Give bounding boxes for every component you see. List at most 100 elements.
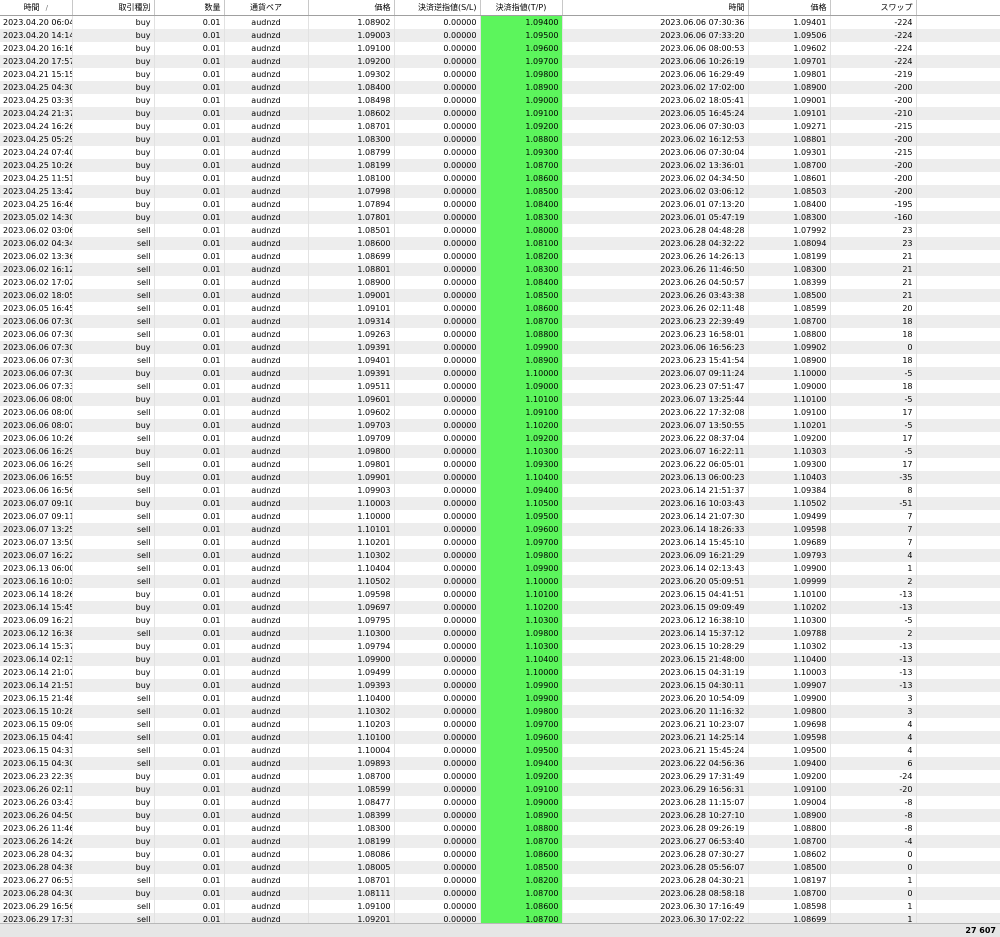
trade-row[interactable]: 2023.06.12 16:38:10sell0.01audnzd1.10300…: [0, 627, 1000, 640]
column-header-volume[interactable]: 数量: [154, 0, 225, 16]
open-time-cell: 2023.06.02 17:02:01: [0, 276, 73, 289]
trade-row[interactable]: 2023.06.06 07:30:05buy0.01audnzd1.093910…: [0, 367, 1000, 380]
trade-row[interactable]: 2023.06.02 16:12:54sell0.01audnzd1.08801…: [0, 263, 1000, 276]
trade-row[interactable]: 2023.04.21 15:15:58buy0.01audnzd1.093020…: [0, 68, 1000, 81]
trade-row[interactable]: 2023.04.20 16:16:13buy0.01audnzd1.091000…: [0, 42, 1000, 55]
profit-cell: 431: [916, 614, 1000, 627]
column-header-stop-loss[interactable]: 決済逆指値(S/L): [394, 0, 481, 16]
trade-row[interactable]: 2023.04.25 03:39:46buy0.01audnzd1.084980…: [0, 94, 1000, 107]
trade-row[interactable]: 2023.06.06 10:26:20sell0.01audnzd1.09709…: [0, 432, 1000, 445]
trade-row[interactable]: 2023.06.06 08:00:54sell0.01audnzd1.09602…: [0, 406, 1000, 419]
trade-row[interactable]: 2023.06.26 04:50:58buy0.01audnzd1.083990…: [0, 809, 1000, 822]
trade-row[interactable]: 2023.06.14 15:37:13buy0.01audnzd1.097940…: [0, 640, 1000, 653]
column-header-symbol[interactable]: 通貨ペア: [224, 0, 309, 16]
close-price-cell: 1.08800: [748, 328, 831, 341]
swap-cell: 17: [830, 406, 917, 419]
trade-row[interactable]: 2023.06.15 04:31:20sell0.01audnzd1.10004…: [0, 744, 1000, 757]
trade-row[interactable]: 2023.06.06 07:30:05sell0.01audnzd1.09263…: [0, 328, 1000, 341]
trade-row[interactable]: 2023.06.16 10:03:44sell0.01audnzd1.10502…: [0, 575, 1000, 588]
trade-row[interactable]: 2023.06.06 08:07:33buy0.01audnzd1.097030…: [0, 419, 1000, 432]
column-header-price[interactable]: 価格: [308, 0, 395, 16]
trade-row[interactable]: 2023.04.25 04:30:42buy0.01audnzd1.084000…: [0, 81, 1000, 94]
trade-row[interactable]: 2023.06.02 13:36:02sell0.01audnzd1.08699…: [0, 250, 1000, 263]
column-header-swap[interactable]: スワップ: [830, 0, 917, 16]
trade-row[interactable]: 2023.06.14 02:13:44buy0.01audnzd1.099000…: [0, 653, 1000, 666]
trade-row[interactable]: 2023.06.27 06:53:41sell0.01audnzd1.08701…: [0, 874, 1000, 887]
trade-row[interactable]: 2023.06.13 06:00:23sell0.01audnzd1.10404…: [0, 562, 1000, 575]
trade-row[interactable]: 2023.06.15 21:48:00sell0.01audnzd1.10400…: [0, 692, 1000, 705]
trade-row[interactable]: 2023.04.25 16:46:59buy0.01audnzd1.078940…: [0, 198, 1000, 211]
trade-row[interactable]: 2023.06.15 04:41:52sell0.01audnzd1.10100…: [0, 731, 1000, 744]
trade-row[interactable]: 2023.04.20 17:57:40buy0.01audnzd1.092000…: [0, 55, 1000, 68]
trade-row[interactable]: 2023.06.28 04:38:29buy0.01audnzd1.080050…: [0, 861, 1000, 874]
trade-row[interactable]: 2023.06.26 02:11:49buy0.01audnzd1.085990…: [0, 783, 1000, 796]
trade-row[interactable]: 2023.06.06 07:30:36sell0.01audnzd1.09401…: [0, 354, 1000, 367]
close-time-cell: 2023.06.26 11:46:50: [562, 263, 749, 276]
trade-row[interactable]: 2023.06.14 21:51:38buy0.01audnzd1.093930…: [0, 679, 1000, 692]
symbol-cell: audnzd: [224, 757, 309, 770]
trade-row[interactable]: 2023.04.24 07:40:23buy0.01audnzd1.087990…: [0, 146, 1000, 159]
trade-row[interactable]: 2023.06.23 22:39:50buy0.01audnzd1.087000…: [0, 770, 1000, 783]
trade-row[interactable]: 2023.06.07 13:25:45sell0.01audnzd1.10101…: [0, 523, 1000, 536]
column-header-time[interactable]: 時間 /: [0, 0, 73, 16]
trade-row[interactable]: 2023.06.02 03:06:13sell0.01audnzd1.08501…: [0, 224, 1000, 237]
trade-row[interactable]: 2023.06.07 09:11:24sell0.01audnzd1.10000…: [0, 510, 1000, 523]
trade-row[interactable]: 2023.06.14 18:26:34buy0.01audnzd1.095980…: [0, 588, 1000, 601]
take-profit-cell: 1.08700: [480, 887, 563, 900]
price-cell: 1.10203: [308, 718, 395, 731]
trade-row[interactable]: 2023.06.09 16:21:29buy0.01audnzd1.097950…: [0, 614, 1000, 627]
stop-loss-cell: 0.00000: [394, 653, 481, 666]
trade-row[interactable]: 2023.04.24 21:37:14buy0.01audnzd1.086020…: [0, 107, 1000, 120]
trade-row[interactable]: 2023.04.20 06:04:18buy0.01audnzd1.089020…: [0, 15, 1000, 29]
price-cell: 1.10000: [308, 510, 395, 523]
trade-row[interactable]: 2023.04.24 16:26:03buy0.01audnzd1.087010…: [0, 120, 1000, 133]
trade-row[interactable]: 2023.06.07 13:50:56sell0.01audnzd1.10201…: [0, 536, 1000, 549]
trade-row[interactable]: 2023.05.02 14:30:21buy0.01audnzd1.078010…: [0, 211, 1000, 224]
trade-row[interactable]: 2023.06.06 16:55:42buy0.01audnzd1.099010…: [0, 471, 1000, 484]
column-header-take-profit[interactable]: 決済指値(T/P): [480, 0, 563, 16]
type-cell: sell: [72, 692, 155, 705]
trade-row[interactable]: 2023.06.06 16:56:24sell0.01audnzd1.09903…: [0, 484, 1000, 497]
trade-row[interactable]: 2023.06.06 08:00:34buy0.01audnzd1.096010…: [0, 393, 1000, 406]
trade-row[interactable]: 2023.04.20 14:14:54buy0.01audnzd1.090030…: [0, 29, 1000, 42]
trade-row[interactable]: 2023.06.07 09:10:06buy0.01audnzd1.100030…: [0, 497, 1000, 510]
close-price-cell: 1.10000: [748, 367, 831, 380]
trade-row[interactable]: 2023.04.25 10:26:34buy0.01audnzd1.081990…: [0, 159, 1000, 172]
trade-row[interactable]: 2023.06.26 03:43:39buy0.01audnzd1.084770…: [0, 796, 1000, 809]
trade-row[interactable]: 2023.06.06 07:30:05buy0.01audnzd1.093910…: [0, 341, 1000, 354]
trade-row[interactable]: 2023.06.06 16:29:50sell0.01audnzd1.09801…: [0, 458, 1000, 471]
column-header-profit[interactable]: 損益: [916, 0, 1000, 16]
trade-row[interactable]: 2023.06.15 04:30:12sell0.01audnzd1.09893…: [0, 757, 1000, 770]
trade-row[interactable]: 2023.04.25 13:42:44buy0.01audnzd1.079980…: [0, 185, 1000, 198]
trade-row[interactable]: 2023.06.26 14:26:14buy0.01audnzd1.081990…: [0, 835, 1000, 848]
close-time-cell: 2023.06.06 16:56:23: [562, 341, 749, 354]
type-cell: buy: [72, 614, 155, 627]
profit-cell: 424: [916, 159, 1000, 172]
volume-cell: 0.01: [154, 887, 225, 900]
trade-row[interactable]: 2023.06.15 10:28:29sell0.01audnzd1.10302…: [0, 705, 1000, 718]
trade-row[interactable]: 2023.06.06 16:29:23buy0.01audnzd1.098000…: [0, 445, 1000, 458]
trade-row[interactable]: 2023.06.14 21:07:30buy0.01audnzd1.094990…: [0, 666, 1000, 679]
trade-row[interactable]: 2023.06.05 16:45:24sell0.01audnzd1.09101…: [0, 302, 1000, 315]
trade-row[interactable]: 2023.06.26 11:46:50buy0.01audnzd1.083000…: [0, 822, 1000, 835]
trade-row[interactable]: 2023.06.07 16:22:12sell0.01audnzd1.10302…: [0, 549, 1000, 562]
stop-loss-cell: 0.00000: [394, 848, 481, 861]
column-header-close-price[interactable]: 価格: [748, 0, 831, 16]
trade-row[interactable]: 2023.06.15 09:09:50sell0.01audnzd1.10203…: [0, 718, 1000, 731]
trade-row[interactable]: 2023.06.14 15:45:11buy0.01audnzd1.096970…: [0, 601, 1000, 614]
trade-row[interactable]: 2023.06.28 04:32:23buy0.01audnzd1.080860…: [0, 848, 1000, 861]
trade-row[interactable]: 2023.06.02 18:05:42sell0.01audnzd1.09001…: [0, 289, 1000, 302]
trade-row[interactable]: 2023.06.02 04:34:51sell0.01audnzd1.08600…: [0, 237, 1000, 250]
trade-row[interactable]: 2023.06.29 16:56:32sell0.01audnzd1.09100…: [0, 900, 1000, 913]
trade-row[interactable]: 2023.06.06 07:30:04sell0.01audnzd1.09314…: [0, 315, 1000, 328]
swap-cell: -224: [830, 29, 917, 42]
trade-row[interactable]: 2023.06.02 17:02:01sell0.01audnzd1.08900…: [0, 276, 1000, 289]
take-profit-cell: 1.10200: [480, 419, 563, 432]
trade-row[interactable]: 2023.04.25 11:51:43buy0.01audnzd1.081000…: [0, 172, 1000, 185]
type-cell: sell: [72, 484, 155, 497]
trade-row[interactable]: 2023.04.25 05:29:20buy0.01audnzd1.083000…: [0, 133, 1000, 146]
trade-row[interactable]: 2023.06.06 07:33:21sell0.01audnzd1.09511…: [0, 380, 1000, 393]
trade-row[interactable]: 2023.06.28 04:30:22buy0.01audnzd1.081110…: [0, 887, 1000, 900]
column-header-type[interactable]: 取引種別: [72, 0, 155, 16]
column-header-close-time[interactable]: 時間: [562, 0, 749, 16]
